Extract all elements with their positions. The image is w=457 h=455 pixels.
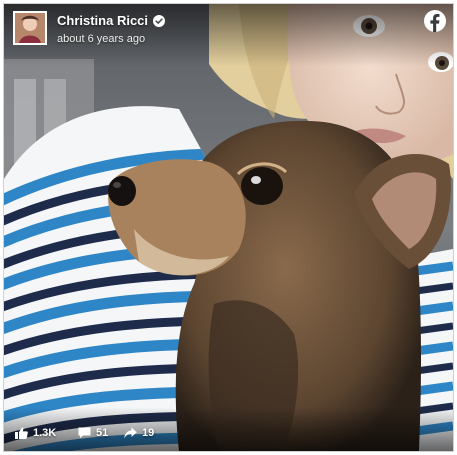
- avatar-image: [15, 13, 45, 43]
- post-photo[interactable]: [4, 4, 453, 451]
- shares-stat[interactable]: 19: [124, 427, 154, 439]
- comments-count: 51: [96, 427, 109, 439]
- post-timestamp[interactable]: about 6 years ago: [57, 33, 145, 45]
- comment-icon: [78, 427, 91, 439]
- shares-count: 19: [142, 427, 155, 439]
- verified-badge-icon: [153, 14, 166, 27]
- author-avatar[interactable]: [13, 11, 47, 45]
- likes-stat[interactable]: 1.3K: [15, 427, 56, 439]
- post-header: Christina Ricci about 6 years ago: [4, 4, 453, 66]
- share-arrow-icon: [124, 427, 137, 439]
- thumbs-up-icon: [15, 427, 28, 439]
- post-card[interactable]: Christina Ricci about 6 years ago 1.3K 5…: [3, 3, 454, 452]
- post-stats-bar: 1.3K 51 19: [4, 407, 453, 451]
- comments-stat[interactable]: 51: [78, 427, 108, 439]
- likes-count: 1.3K: [33, 427, 57, 439]
- author-name[interactable]: Christina Ricci: [57, 13, 148, 28]
- facebook-icon[interactable]: [424, 10, 446, 32]
